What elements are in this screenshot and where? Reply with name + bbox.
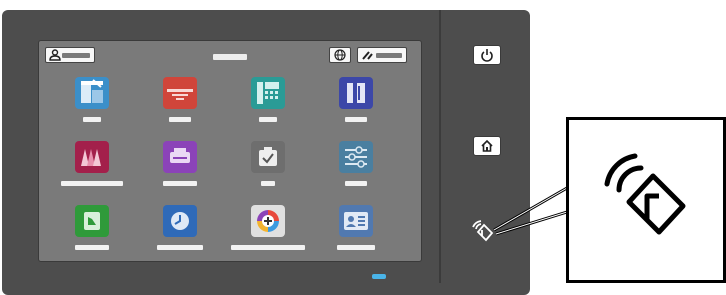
nfc-callout [566,117,726,283]
nfc-icon [604,153,686,235]
